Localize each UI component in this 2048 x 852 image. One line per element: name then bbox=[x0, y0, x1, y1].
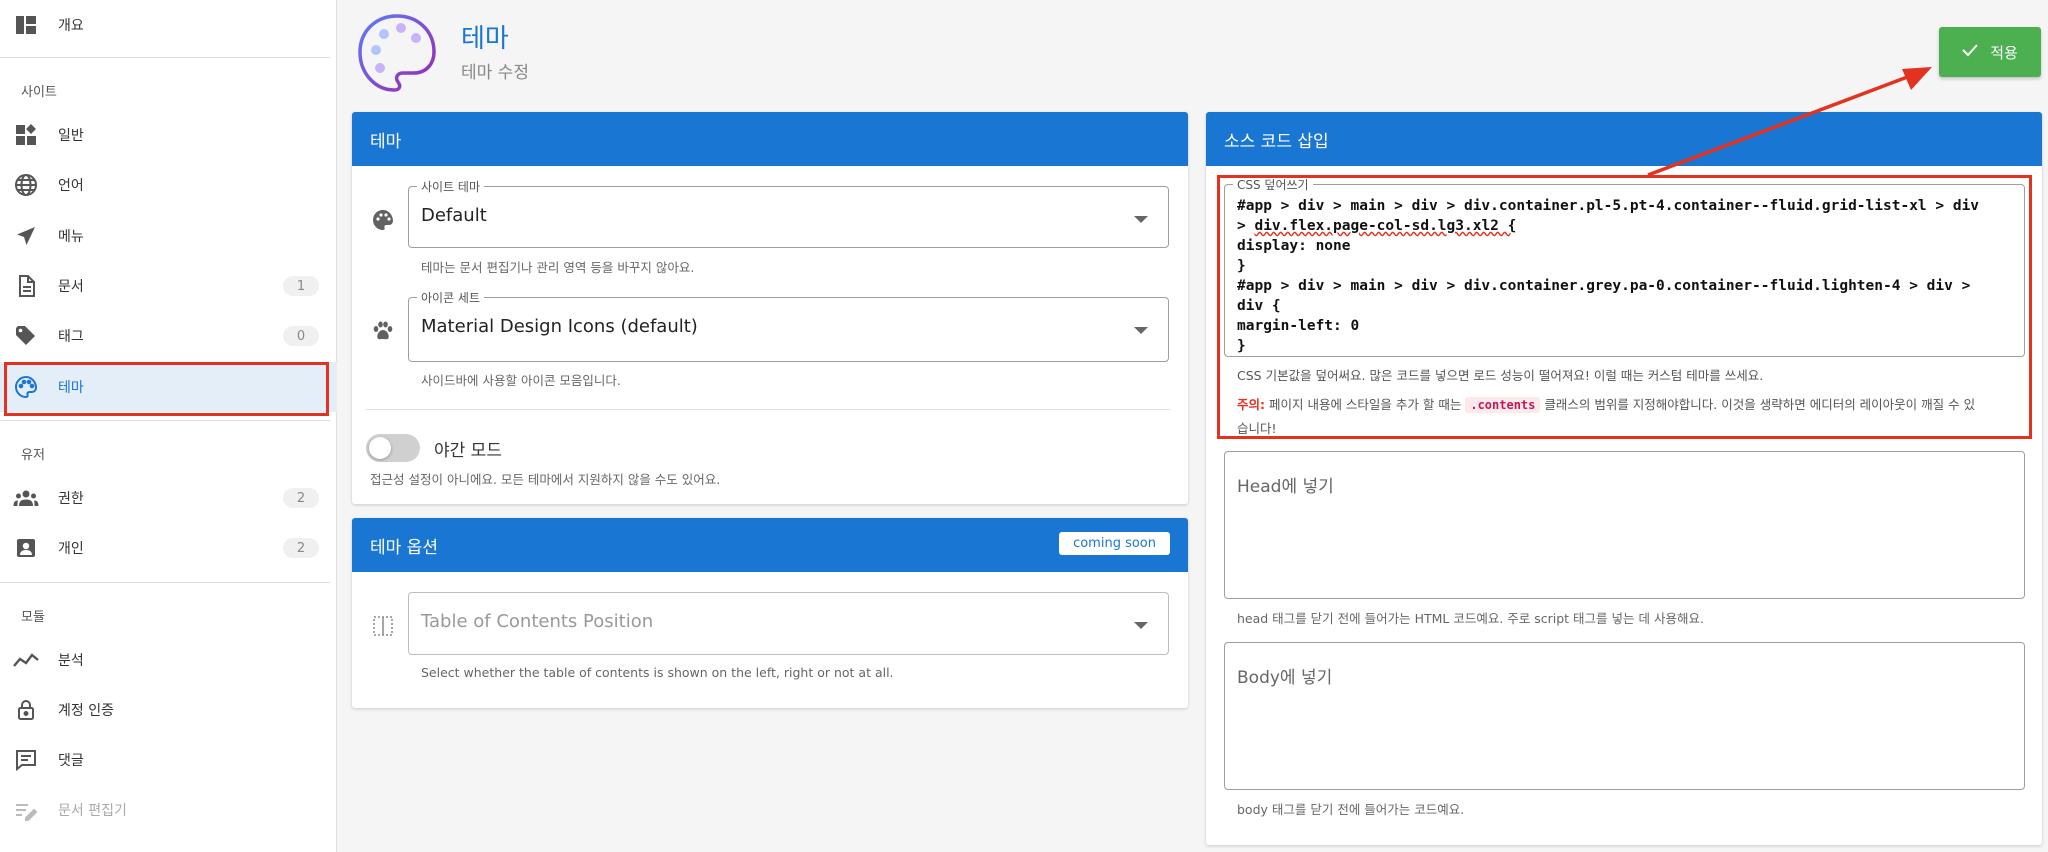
annotation-arrow-icon bbox=[1647, 67, 1932, 177]
